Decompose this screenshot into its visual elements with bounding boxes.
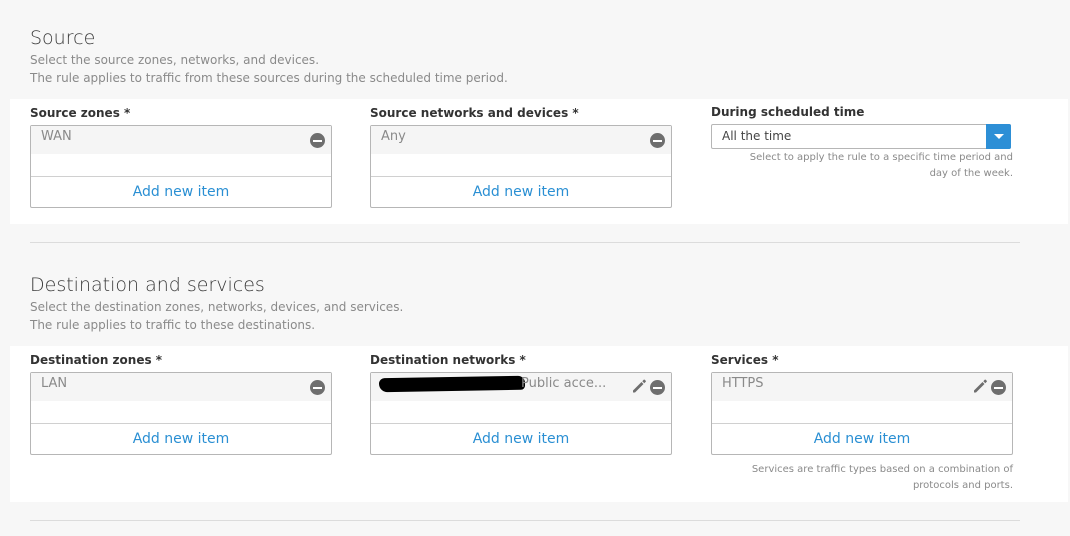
list-item-label: Any	[381, 129, 406, 144]
source-networks-field: Source networks and devices * Any Add ne…	[370, 105, 672, 208]
source-networks-list: Any Add new item	[370, 125, 672, 208]
divider	[30, 242, 1020, 243]
help-text: Services are traffic types based on a co…	[713, 462, 1013, 494]
add-new-item-button[interactable]: Add new item	[371, 176, 671, 207]
section-description: Select the destination zones, networks, …	[30, 300, 404, 314]
help-text: Select to apply the rule to a specific t…	[713, 150, 1013, 182]
list-item[interactable]: Public acce...	[371, 373, 671, 401]
field-label: Destination zones *	[30, 353, 163, 367]
pencil-icon[interactable]	[631, 378, 647, 394]
minus-circle-icon[interactable]	[650, 133, 665, 148]
list-item[interactable]: HTTPS	[712, 373, 1012, 401]
field-label: Destination networks *	[370, 353, 526, 367]
field-label: During scheduled time	[711, 105, 865, 119]
field-label: Services *	[711, 353, 779, 367]
help-line: day of the week.	[929, 168, 1013, 179]
destination-networks-field: Destination networks * Public acce... Ad…	[370, 352, 672, 455]
section-title: Destination and services	[30, 274, 265, 296]
destination-zones-field: Destination zones * LAN Add new item	[30, 352, 332, 455]
redaction-mark	[378, 375, 526, 393]
section-description: The rule applies to traffic to these des…	[30, 318, 316, 332]
schedule-field: During scheduled time All the time Selec…	[711, 104, 1013, 179]
field-label: Source networks and devices *	[370, 106, 579, 120]
add-new-item-button[interactable]: Add new item	[31, 176, 331, 207]
section-title: Source	[30, 27, 96, 49]
chevron-down-icon[interactable]	[986, 124, 1011, 149]
help-line: Select to apply the rule to a specific t…	[749, 152, 1013, 163]
minus-circle-icon[interactable]	[650, 380, 665, 395]
minus-circle-icon[interactable]	[310, 380, 325, 395]
section-description: Select the source zones, networks, and d…	[30, 53, 320, 67]
destination-section-header: Destination and services Select the dest…	[30, 273, 403, 334]
add-new-item-button[interactable]: Add new item	[371, 423, 671, 454]
source-section-header: Source Select the source zones, networks…	[30, 26, 508, 87]
list-item-label: HTTPS	[722, 376, 764, 391]
services-field: Services * HTTPS Add new item Services a…	[711, 352, 1013, 491]
list-item-label: Public acce...	[521, 376, 607, 391]
schedule-select[interactable]: All the time	[711, 124, 1011, 149]
list-item[interactable]: WAN	[31, 126, 331, 154]
destination-networks-list: Public acce... Add new item	[370, 372, 672, 455]
add-new-item-button[interactable]: Add new item	[31, 423, 331, 454]
minus-circle-icon[interactable]	[991, 380, 1006, 395]
help-line: protocols and ports.	[912, 480, 1013, 491]
add-new-item-button[interactable]: Add new item	[712, 423, 1012, 454]
services-list: HTTPS Add new item	[711, 372, 1013, 455]
destination-zones-list: LAN Add new item	[30, 372, 332, 455]
source-zones-field: Source zones * WAN Add new item	[30, 105, 332, 208]
help-line: Services are traffic types based on a co…	[751, 464, 1013, 475]
field-label: Source zones *	[30, 106, 131, 120]
list-item-label: WAN	[41, 129, 72, 144]
destination-panel: Destination zones * LAN Add new item Des…	[10, 346, 1068, 502]
list-item[interactable]: Any	[371, 126, 671, 154]
list-item-label: LAN	[41, 376, 68, 391]
select-value: All the time	[722, 129, 792, 143]
minus-circle-icon[interactable]	[310, 133, 325, 148]
divider	[30, 520, 1020, 521]
source-panel: Source zones * WAN Add new item Source n…	[10, 99, 1068, 224]
pencil-icon[interactable]	[972, 378, 988, 394]
source-zones-list: WAN Add new item	[30, 125, 332, 208]
list-item[interactable]: LAN	[31, 373, 331, 401]
section-description: The rule applies to traffic from these s…	[30, 71, 508, 85]
